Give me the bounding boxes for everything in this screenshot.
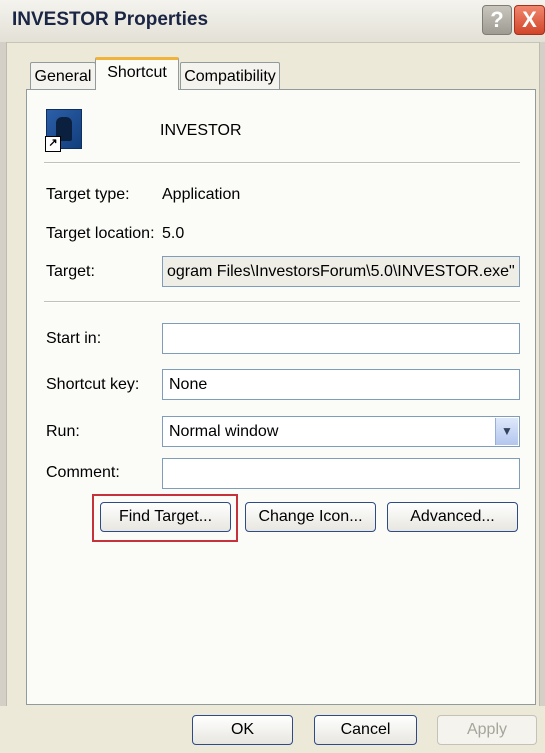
- tab-strip: General Shortcut Compatibility: [0, 56, 545, 90]
- comment-label: Comment:: [46, 464, 120, 481]
- properties-dialog: INVESTOR Properties ? X General Shortcut…: [0, 0, 545, 753]
- tab-shortcut[interactable]: Shortcut: [95, 57, 179, 90]
- change-icon-button[interactable]: Change Icon...: [245, 502, 376, 532]
- target-field[interactable]: ogram Files\InvestorsForum\5.0\INVESTOR.…: [162, 256, 520, 287]
- chevron-down-icon[interactable]: ▼: [495, 418, 518, 445]
- shortcut-key-label: Shortcut key:: [46, 376, 140, 393]
- shortcut-arrow-icon: ↗: [45, 136, 61, 152]
- investor-app-icon: ↗: [45, 109, 82, 152]
- app-name: INVESTOR: [160, 122, 242, 139]
- cancel-button[interactable]: Cancel: [314, 715, 417, 745]
- apply-button[interactable]: Apply: [437, 715, 537, 745]
- run-select-value: Normal window: [169, 423, 279, 440]
- run-select[interactable]: Normal window ▼: [162, 416, 520, 447]
- start-in-label: Start in:: [46, 330, 102, 347]
- window-right-border: [539, 42, 545, 753]
- separator-top: [44, 162, 520, 164]
- advanced-button[interactable]: Advanced...: [387, 502, 518, 532]
- window-title: INVESTOR Properties: [12, 9, 209, 30]
- close-icon: X: [522, 7, 537, 32]
- help-button[interactable]: ?: [482, 5, 512, 35]
- find-target-button[interactable]: Find Target...: [100, 502, 231, 532]
- shortcut-key-field[interactable]: None: [162, 369, 520, 400]
- window-left-border: [0, 42, 7, 753]
- tab-compatibility[interactable]: Compatibility: [180, 62, 280, 90]
- target-type-value: Application: [162, 186, 241, 203]
- target-location-label: Target location:: [46, 225, 155, 242]
- help-icon: ?: [490, 7, 504, 32]
- ok-button[interactable]: OK: [192, 715, 293, 745]
- comment-field[interactable]: [162, 458, 520, 489]
- start-in-field[interactable]: [162, 323, 520, 354]
- title-bar[interactable]: INVESTOR Properties ? X: [0, 0, 545, 43]
- run-label: Run:: [46, 423, 80, 440]
- tab-general[interactable]: General: [30, 62, 96, 90]
- target-type-label: Target type:: [46, 186, 130, 203]
- close-button[interactable]: X: [514, 5, 545, 35]
- separator-middle: [44, 301, 520, 303]
- target-label: Target:: [46, 263, 95, 280]
- target-location-value: 5.0: [162, 225, 185, 242]
